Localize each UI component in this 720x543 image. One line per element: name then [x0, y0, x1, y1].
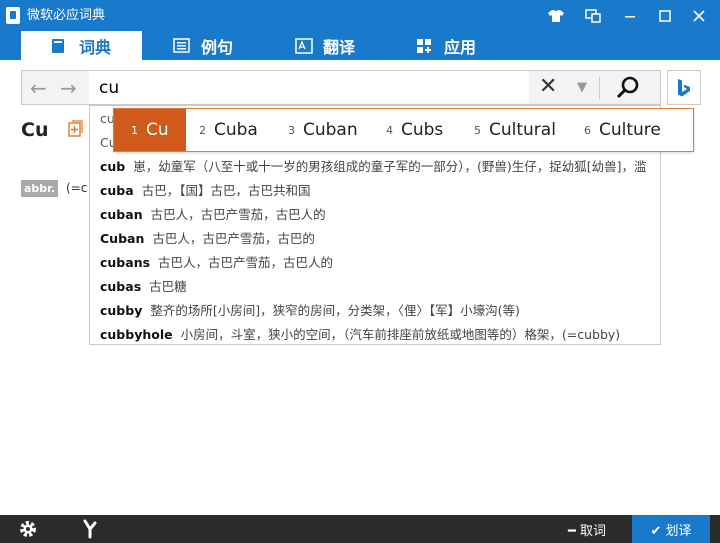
app-window: 微软必应词典 词典 例句 翻译 应用 ← → cu ✕ ▼ Cu abbr. (…: [0, 0, 720, 543]
suggestion-item[interactable]: cubby 整齐的场所[小房间]，狭窄的房间，分类架，〈俚〉【军】小壕沟(等): [100, 301, 520, 321]
candidate-number: 2: [199, 123, 206, 137]
tab-dictionary-label: 词典: [79, 37, 112, 57]
candidate-text: Cultural: [489, 120, 556, 140]
suggestion-item[interactable]: cubans 古巴人，古巴产雪茄，古巴人的: [100, 253, 333, 273]
forward-arrow-icon[interactable]: →: [60, 77, 77, 99]
bing-logo-button[interactable]: [667, 70, 701, 105]
suggestion-meaning: 古巴糖: [149, 279, 187, 294]
candidate-text: Cu: [146, 120, 169, 140]
candidate-number: 4: [386, 123, 393, 137]
suggestion-item[interactable]: cuban 古巴人，古巴产雪茄，古巴人的: [100, 205, 326, 225]
headword: Cu: [21, 119, 49, 141]
title-bar: 微软必应词典: [0, 0, 720, 31]
suggestion-meaning: 古巴人，古巴产雪茄，古巴的: [152, 231, 315, 246]
suggestion-word: Cuban: [100, 231, 145, 246]
ime-candidate[interactable]: 3 Cuban: [288, 109, 358, 151]
candidate-text: Cubs: [401, 120, 444, 140]
search-divider: [599, 77, 600, 99]
tab-apps-label: 应用: [444, 37, 477, 57]
candidate-number: 5: [474, 123, 481, 137]
candidate-text: Cuban: [303, 120, 358, 140]
tab-translate[interactable]: 翻译: [295, 31, 355, 60]
ime-candidate[interactable]: 5 Cultural: [474, 109, 556, 151]
suggestion-meaning: 小房间，斗室，狭小的空间，（汽车前排座前放纸或地图等的）格架，(=cubby): [180, 327, 621, 342]
mini-mode-icon[interactable]: [576, 0, 610, 31]
suggestion-meaning: 整齐的场所[小房间]，狭窄的房间，分类架，〈俚〉【军】小壕沟(等): [150, 303, 520, 318]
candidate-number: 3: [288, 123, 295, 137]
word-capture-button[interactable]: ━ 取词: [568, 515, 606, 543]
search-input[interactable]: [89, 71, 529, 104]
bottom-bar: ━ 取词 ✔ 划译: [0, 515, 720, 543]
ime-candidate[interactable]: 4 Cubs: [386, 109, 443, 151]
history-dropdown-icon[interactable]: ▼: [577, 80, 587, 95]
suggestion-word: cub: [100, 159, 126, 174]
candidate-text: Culture: [599, 120, 661, 140]
ime-candidate-bar: 1 Cu 2 Cuba 3 Cuban 4 Cubs 5 Cultural 6 …: [113, 108, 694, 152]
ime-candidate[interactable]: 2 Cuba: [199, 109, 258, 151]
definition-text: (=c: [66, 181, 88, 195]
tab-examples[interactable]: 例句: [173, 31, 233, 60]
tab-apps[interactable]: 应用: [416, 31, 476, 60]
search-icon[interactable]: [616, 76, 640, 100]
suggestion-item[interactable]: cuba 古巴，【国】古巴，古巴共和国: [100, 181, 310, 201]
book-icon: [51, 38, 69, 54]
tab-bar: 词典 例句 翻译 应用: [0, 31, 720, 60]
ime-candidate[interactable]: 6 Culture: [584, 109, 661, 151]
suggestion-item[interactable]: cubas 古巴糖: [100, 277, 187, 297]
tab-examples-label: 例句: [201, 37, 234, 57]
voice-icon[interactable]: [82, 519, 100, 539]
suggestion-word: cuban: [100, 207, 143, 222]
search-box: ← → ✕ ▼: [21, 70, 661, 105]
list-icon: [173, 37, 191, 54]
suggestion-meaning: 古巴人，古巴产雪茄，古巴人的: [150, 207, 326, 222]
suggestion-meaning: 古巴人，古巴产雪茄，古巴人的: [158, 255, 334, 270]
maximize-button[interactable]: [648, 0, 682, 31]
suggestion-word: cubas: [100, 279, 142, 294]
window-title: 微软必应词典: [27, 8, 106, 23]
candidate-number: 1: [131, 123, 138, 137]
suggestion-word: cubans: [100, 255, 151, 270]
suggestion-meaning: 崽，幼童军（八至十或十一岁的男孩组成的童子军的一部分），(野兽)生仔，捉幼狐[幼…: [133, 159, 647, 174]
suggestion-item[interactable]: cub 崽，幼童军（八至十或十一岁的男孩组成的童子军的一部分），(野兽)生仔，捉幼…: [100, 157, 647, 177]
minimize-button[interactable]: [613, 0, 647, 31]
suggestion-meaning: 古巴，【国】古巴，古巴共和国: [141, 183, 311, 198]
bing-icon: [678, 78, 690, 96]
tab-translate-label: 翻译: [323, 37, 356, 57]
suggestion-word: cuba: [100, 183, 134, 198]
dictionary-app-icon: [6, 7, 20, 24]
apps-icon: [416, 38, 434, 54]
clear-icon[interactable]: ✕: [539, 75, 557, 99]
skin-icon[interactable]: [539, 0, 573, 31]
suggestion-word: cubbyhole: [100, 327, 173, 342]
translate-icon: [295, 37, 313, 54]
suggestion-item[interactable]: Cuban 古巴人，古巴产雪茄，古巴的: [100, 229, 315, 249]
ime-candidate[interactable]: 1 Cu: [114, 109, 186, 151]
candidate-text: Cuba: [214, 120, 258, 140]
select-translate-button[interactable]: ✔ 划译: [632, 515, 710, 543]
part-of-speech-tag: abbr.: [21, 180, 59, 197]
tab-dictionary[interactable]: 词典: [21, 31, 142, 60]
candidate-number: 6: [584, 123, 591, 137]
close-button[interactable]: [682, 0, 716, 31]
gear-icon[interactable]: [18, 519, 40, 539]
add-to-wordbook-icon[interactable]: [68, 120, 83, 137]
back-arrow-icon[interactable]: ←: [30, 77, 47, 99]
suggestion-item[interactable]: cubbyhole 小房间，斗室，狭小的空间，（汽车前排座前放纸或地图等的）格架，…: [100, 325, 621, 344]
suggestion-word: cubby: [100, 303, 143, 318]
